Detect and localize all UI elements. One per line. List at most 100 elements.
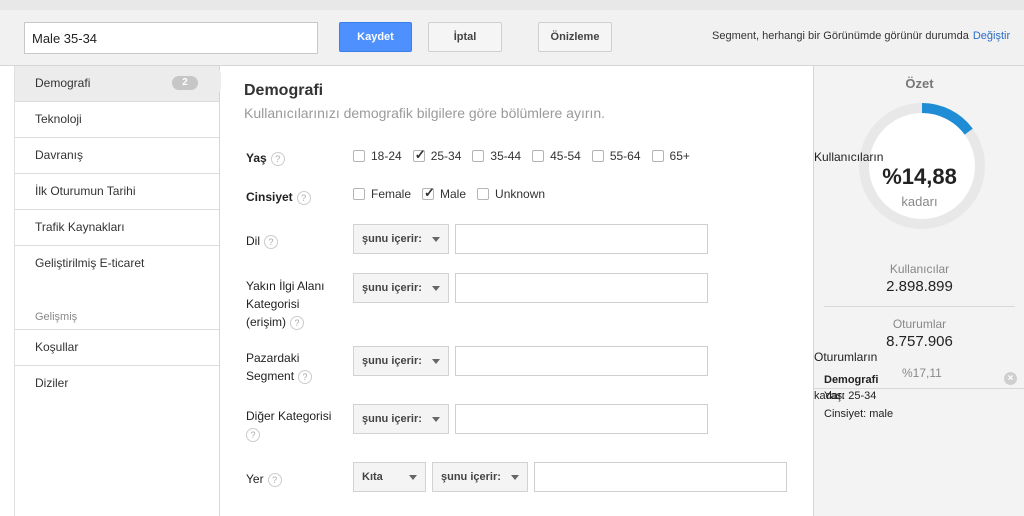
save-button[interactable]: Kaydet: [339, 22, 412, 52]
sidebar-item-diziler[interactable]: Diziler: [15, 366, 219, 402]
age-label-text: Yaş: [246, 151, 267, 165]
language-value-input[interactable]: [455, 224, 708, 254]
sessions-share-prefix: Oturumların: [814, 350, 878, 364]
sidebar-item-e-ticaret[interactable]: Geliştirilmiş E-ticaret: [15, 246, 219, 282]
other-category-value-input[interactable]: [455, 404, 708, 434]
in-market-operator-select[interactable]: şunu içerir:: [353, 346, 449, 376]
checkbox[interactable]: [477, 188, 490, 200]
language-operator-select[interactable]: şunu içerir:: [353, 224, 449, 254]
visibility-text: Segment, herhangi bir Görünümde görünür …: [712, 30, 969, 42]
in-market-value-input[interactable]: [455, 346, 708, 376]
age-option-45-54[interactable]: 45-54: [532, 149, 581, 163]
sidebar-item-ilk-oturum-tarihi[interactable]: İlk Oturumun Tarihi: [15, 174, 219, 210]
checkbox-checked[interactable]: [412, 147, 426, 163]
checkbox[interactable]: [353, 150, 365, 162]
location-scope-select[interactable]: Kıta: [353, 462, 426, 492]
age-label: Yaş?: [246, 149, 285, 167]
checkbox[interactable]: [353, 188, 365, 200]
sessions-share-suffix: kadarı: [814, 390, 845, 402]
sidebar-item-davranis[interactable]: Davranış: [15, 138, 219, 174]
sidebar-item-label: Diziler: [35, 376, 69, 390]
age-option-18-24[interactable]: 18-24: [353, 149, 402, 163]
sessions-label: Oturumlar: [892, 317, 947, 331]
age-option-55-64[interactable]: 55-64: [591, 149, 641, 163]
checkbox[interactable]: [472, 150, 485, 162]
condition-count-badge: 2: [172, 76, 198, 90]
sidebar-item-label: Demografi: [35, 76, 91, 90]
checkbox-label: 25-34: [430, 149, 462, 163]
other-category-operator-select[interactable]: şunu içerir:: [353, 404, 449, 434]
checkbox[interactable]: [651, 150, 664, 162]
help-icon[interactable]: ?: [270, 151, 285, 166]
users-share-suffix: kadarı: [901, 194, 938, 209]
demographics-panel: Demografi Kullanıcılarınızı demografik b…: [221, 66, 813, 516]
select-value: şunu içerir:: [362, 233, 422, 245]
affinity-label: Yakın İlgi Alanı Kategorisi (erişim)?: [246, 277, 325, 331]
sidebar-item-label: İlk Oturumun Tarihi: [35, 184, 136, 198]
panel-title: Demografi: [244, 82, 324, 99]
checkbox-label: 55-64: [609, 149, 641, 163]
age-option-65-plus[interactable]: 65+: [651, 149, 690, 163]
location-label-text: Yer: [246, 472, 264, 486]
visibility-message: Segment, herhangi bir Görünümde görünür …: [712, 30, 1010, 42]
checkbox[interactable]: [591, 150, 604, 162]
summary-title: Özet: [905, 76, 934, 91]
checkbox-label: Unknown: [495, 187, 546, 201]
help-icon[interactable]: ?: [296, 190, 311, 205]
help-icon[interactable]: ?: [290, 315, 304, 330]
in-market-label-line2: Segment: [246, 369, 295, 383]
help-icon[interactable]: ?: [267, 472, 282, 487]
affinity-value-input[interactable]: [455, 273, 708, 303]
select-value: şunu içerir:: [362, 282, 422, 294]
gender-option-female[interactable]: Female: [353, 187, 411, 201]
users-share-prefix: Kullanıcıların: [814, 150, 884, 164]
checkbox-label: Male: [440, 187, 467, 201]
close-icon[interactable]: ×: [1004, 372, 1017, 385]
help-icon[interactable]: ?: [298, 369, 313, 384]
segment-editor-toolbar: Kaydet İptal Önizleme Segment, herhangi …: [0, 0, 1024, 66]
checkbox-label: 45-54: [550, 149, 581, 163]
users-share-percent: %14,88: [882, 164, 957, 189]
checkbox-label: 18-24: [371, 149, 402, 163]
chevron-down-icon: [432, 359, 440, 364]
chevron-down-icon: [432, 417, 440, 422]
checkbox[interactable]: [532, 150, 545, 162]
help-icon[interactable]: ?: [246, 427, 260, 442]
affinity-label-line2: Kategorisi: [246, 297, 300, 311]
sidebar-item-trafik-kaynaklari[interactable]: Trafik Kaynakları: [15, 210, 219, 246]
checkbox-checked[interactable]: [422, 185, 435, 201]
other-category-label: Diğer Kategorisi ?: [246, 407, 331, 443]
checkbox-label: 35-44: [490, 149, 522, 163]
gender-option-unknown[interactable]: Unknown: [477, 187, 545, 201]
select-value: şunu içerir:: [362, 413, 422, 425]
users-label: Kullanıcılar: [889, 262, 950, 276]
affinity-operator-select[interactable]: şunu içerir:: [353, 273, 449, 303]
segment-definition-title: Demografi: [824, 374, 879, 386]
sidebar-item-label: Geliştirilmiş E-ticaret: [35, 256, 145, 270]
gender-option-male[interactable]: Male: [422, 185, 467, 201]
select-value: şunu içerir:: [441, 471, 501, 483]
cancel-button[interactable]: İptal: [428, 22, 502, 52]
sidebar-item-kosullar[interactable]: Koşullar: [15, 330, 219, 366]
age-option-25-34[interactable]: 25-34: [412, 147, 462, 163]
preview-button[interactable]: Önizleme: [538, 22, 612, 52]
language-label-text: Dil: [246, 234, 260, 248]
help-icon[interactable]: ?: [264, 234, 278, 249]
gender-checkbox-group: Female Male Unknown: [353, 185, 556, 201]
sidebar-item-label: Davranış: [35, 148, 84, 162]
location-value-input[interactable]: [534, 462, 787, 492]
select-value: şunu içerir:: [362, 355, 422, 367]
location-operator-select[interactable]: şunu içerir:: [432, 462, 528, 492]
sidebar-item-label: Koşullar: [35, 340, 79, 354]
age-option-35-44[interactable]: 35-44: [472, 149, 521, 163]
language-label: Dil?: [246, 232, 278, 250]
sessions-share-percent: %17,11: [902, 366, 942, 380]
change-visibility-link[interactable]: Değiştir: [973, 30, 1010, 42]
sidebar-item-teknoloji[interactable]: Teknoloji: [15, 102, 219, 138]
sidebar-item-demografi[interactable]: Demografi 2: [15, 66, 219, 102]
segment-name-input[interactable]: [24, 22, 318, 54]
segment-condition-gender: Cinsiyet: male: [824, 408, 894, 420]
sidebar-item-label: Trafik Kaynakları: [35, 220, 125, 234]
checkbox-label: Female: [371, 187, 412, 201]
chevron-down-icon: [511, 475, 519, 480]
